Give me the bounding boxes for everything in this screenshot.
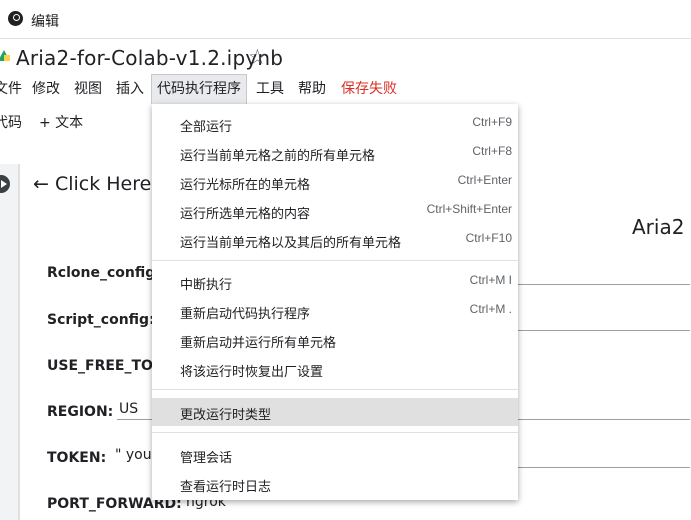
drive-icon bbox=[0, 50, 10, 61]
menu-item-label: 管理会话 bbox=[180, 451, 233, 466]
menu-item-run-before[interactable]: 运行当前单元格之前的所有单元格 Ctrl+F8 bbox=[152, 139, 518, 168]
menu-item-shortcut: Ctrl+Shift+Enter bbox=[426, 202, 512, 216]
menu-item-shortcut: Ctrl+M I bbox=[469, 273, 512, 287]
field-region-line-right bbox=[518, 419, 690, 420]
menu-view[interactable]: 视图 bbox=[74, 78, 102, 98]
field-token-value[interactable]: " you bbox=[115, 447, 152, 463]
menu-item-run-all[interactable]: 全部运行 Ctrl+F9 bbox=[152, 110, 518, 139]
cell-gutter bbox=[0, 164, 18, 520]
menu-file[interactable]: 文件 bbox=[0, 78, 22, 98]
field-label-free-token: USE_FREE_TOK bbox=[47, 358, 164, 374]
menu-item-label: 重新启动并运行所有单元格 bbox=[180, 336, 337, 351]
github-icon[interactable] bbox=[8, 11, 23, 26]
menu-item-view-runtime-logs[interactable]: 查看运行时日志 bbox=[152, 470, 518, 499]
field-region-value[interactable]: US bbox=[119, 401, 138, 417]
menu-item-change-runtime-type[interactable]: 更改运行时类型 bbox=[152, 398, 518, 426]
field-script-input[interactable] bbox=[518, 330, 690, 331]
save-failed-status[interactable]: 保存失败 bbox=[341, 78, 397, 98]
menu-item-shortcut: Ctrl+F10 bbox=[465, 231, 512, 245]
field-region-line-left bbox=[117, 419, 152, 420]
menu-runtime[interactable]: 代码执行程序 bbox=[157, 78, 241, 98]
menu-tools[interactable]: 工具 bbox=[256, 78, 284, 98]
menu-item-shortcut: Ctrl+Enter bbox=[457, 173, 512, 187]
runtime-dropdown-menu: 全部运行 Ctrl+F9 运行当前单元格之前的所有单元格 Ctrl+F8 运行光… bbox=[152, 104, 518, 500]
menu-item-label: 将该运行时恢复出厂设置 bbox=[180, 365, 324, 380]
menu-item-label: 重新启动代码执行程序 bbox=[180, 307, 311, 322]
menu-item-label: 全部运行 bbox=[180, 120, 233, 135]
menu-insert[interactable]: 插入 bbox=[116, 78, 144, 98]
field-token-line bbox=[518, 467, 690, 468]
menu-item-interrupt[interactable]: 中断执行 Ctrl+M I bbox=[152, 268, 518, 297]
menu-item-restart-run-all[interactable]: 重新启动并运行所有单元格 bbox=[152, 326, 518, 355]
menu-item-label: 中断执行 bbox=[180, 278, 233, 293]
notebook-title[interactable]: Aria2-for-Colab-v1.2.ipynb bbox=[16, 46, 283, 70]
star-icon[interactable]: ☆ bbox=[248, 45, 267, 69]
menu-item-restart[interactable]: 重新启动代码执行程序 Ctrl+M . bbox=[152, 297, 518, 326]
menu-item-label: 运行当前单元格之前的所有单元格 bbox=[180, 149, 376, 164]
add-text-button[interactable]: + 文本 bbox=[39, 112, 83, 132]
menu-separator bbox=[152, 260, 518, 261]
field-label-rclone: Rclone_config bbox=[47, 265, 156, 281]
menu-item-label: 运行光标所在的单元格 bbox=[180, 178, 311, 193]
field-label-region: REGION: bbox=[47, 404, 114, 420]
field-label-script: Script_config: bbox=[47, 312, 155, 328]
menu-help[interactable]: 帮助 bbox=[298, 78, 326, 98]
menu-item-run-selection[interactable]: 运行所选单元格的内容 Ctrl+Shift+Enter bbox=[152, 197, 518, 226]
menu-item-shortcut: Ctrl+F9 bbox=[472, 115, 512, 129]
menu-separator bbox=[152, 389, 518, 390]
menu-item-label: 运行当前单元格以及其后的所有单元格 bbox=[180, 236, 402, 251]
field-label-token: TOKEN: bbox=[47, 450, 107, 466]
menu-item-manage-sessions[interactable]: 管理会话 bbox=[152, 441, 518, 470]
menu-item-label: 更改运行时类型 bbox=[180, 408, 272, 423]
menu-edit[interactable]: 修改 bbox=[32, 78, 60, 98]
menu-item-label: 运行所选单元格的内容 bbox=[180, 207, 311, 222]
edit-label[interactable]: 编辑 bbox=[31, 11, 59, 31]
field-rclone-input[interactable] bbox=[518, 284, 690, 285]
menu-item-label: 查看运行时日志 bbox=[180, 480, 272, 495]
add-code-button[interactable]: 代码 bbox=[0, 112, 22, 132]
menu-item-factory-reset[interactable]: 将该运行时恢复出厂设置 bbox=[152, 355, 518, 384]
menu-item-shortcut: Ctrl+M . bbox=[469, 302, 512, 316]
menu-item-shortcut: Ctrl+F8 bbox=[472, 144, 512, 158]
menu-item-run-focused[interactable]: 运行光标所在的单元格 Ctrl+Enter bbox=[152, 168, 518, 197]
menu-item-run-after[interactable]: 运行当前单元格以及其后的所有单元格 Ctrl+F10 bbox=[152, 226, 518, 255]
click-here-text: ← Click Here bbox=[33, 173, 152, 195]
top-bar bbox=[0, 0, 691, 39]
menu-separator bbox=[152, 432, 518, 433]
form-title: Aria2 f bbox=[632, 215, 691, 239]
